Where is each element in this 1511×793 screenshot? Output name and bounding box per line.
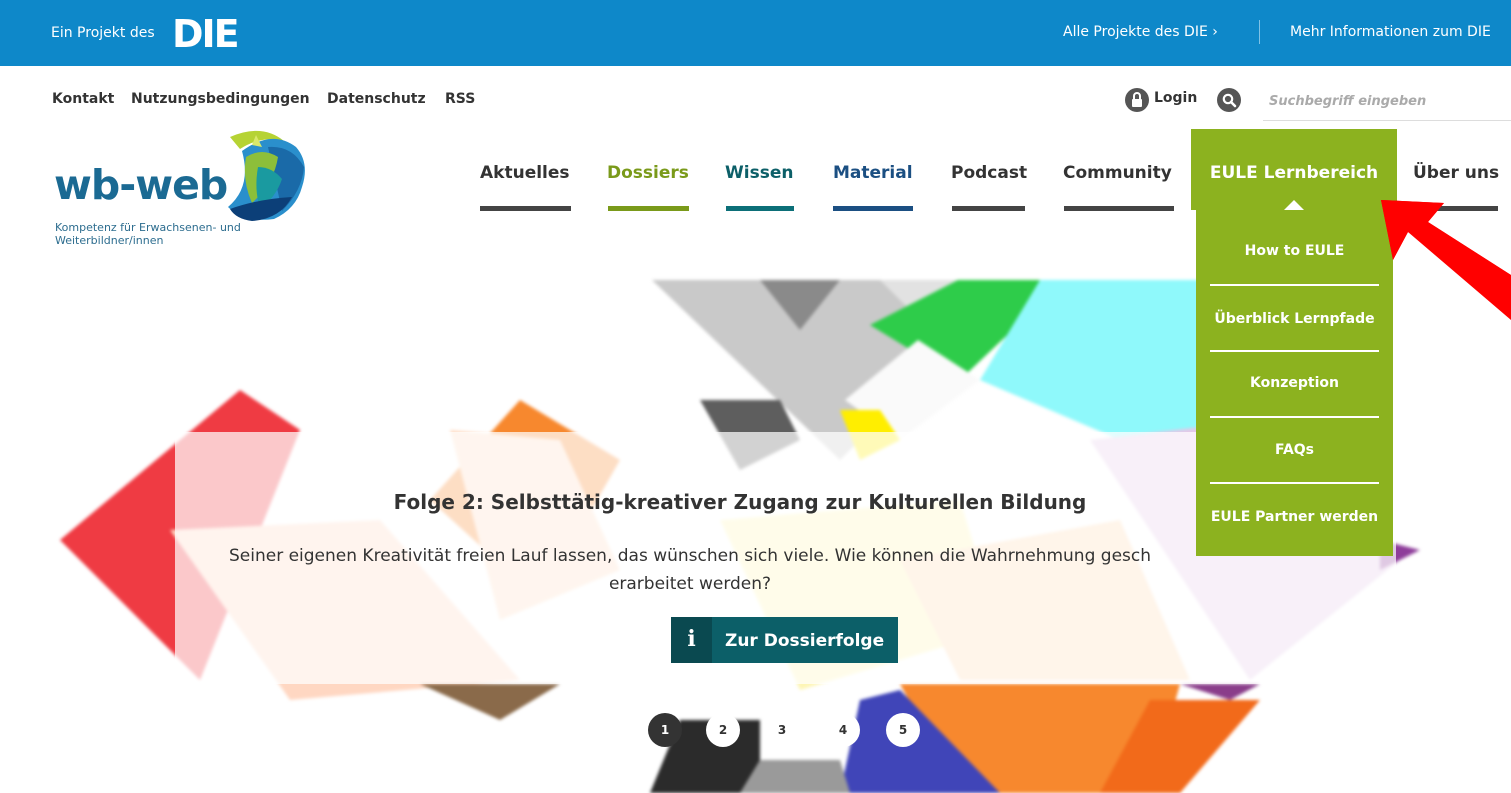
- logo-owl-icon: [228, 130, 305, 221]
- all-projects-link[interactable]: Alle Projekte des DIE ›: [1063, 24, 1218, 40]
- topbar-divider: [1259, 20, 1260, 44]
- dropdown-item-how-to-eule[interactable]: How to EULE: [1196, 243, 1393, 259]
- search-input[interactable]: [1263, 83, 1511, 121]
- terms-link[interactable]: Nutzungsbedingungen: [131, 91, 310, 107]
- dropdown-divider: [1210, 416, 1379, 418]
- login-link[interactable]: Login: [1154, 90, 1197, 106]
- slide-dot-4[interactable]: 4: [826, 713, 860, 747]
- nav-community-underline: [1064, 206, 1174, 211]
- nav-wissen-underline: [726, 206, 794, 211]
- slide-dot-5[interactable]: 5: [886, 713, 920, 747]
- dropdown-divider: [1210, 350, 1379, 352]
- nav-eule-label: EULE Lernbereich: [1209, 163, 1379, 183]
- dossier-cta-button[interactable]: i Zur Dossierfolge: [671, 617, 898, 663]
- nav-material-underline: [833, 206, 913, 211]
- privacy-link[interactable]: Datenschutz: [327, 91, 426, 107]
- hero-title: Folge 2: Selbsttätig-kreativer Zugang zu…: [393, 490, 1087, 514]
- dropdown-pointer: [1284, 200, 1304, 210]
- nav-ueber-uns-underline: [1413, 206, 1498, 211]
- nav-aktuelles-underline: [480, 206, 571, 211]
- login-lock-icon[interactable]: [1125, 88, 1149, 112]
- slide-dot-2[interactable]: 2: [706, 713, 740, 747]
- rss-link[interactable]: RSS: [445, 91, 475, 107]
- nav-dossiers[interactable]: Dossiers: [607, 163, 689, 183]
- slide-dot-1[interactable]: 1: [648, 713, 682, 747]
- nav-wissen[interactable]: Wissen: [725, 163, 793, 183]
- nav-podcast-underline: [952, 206, 1025, 211]
- nav-aktuelles[interactable]: Aktuelles: [480, 163, 570, 183]
- info-icon: i: [671, 617, 712, 663]
- nav-dossiers-underline: [608, 206, 689, 211]
- search-icon[interactable]: [1217, 88, 1241, 112]
- dropdown-divider: [1210, 284, 1379, 286]
- dropdown-item-faqs[interactable]: FAQs: [1196, 442, 1393, 458]
- more-info-link[interactable]: Mehr Informationen zum DIE: [1290, 24, 1491, 40]
- top-bar: Ein Projekt des DIE Alle Projekte des DI…: [0, 0, 1511, 66]
- dropdown-item-lernpfade[interactable]: Überblick Lernpfade: [1196, 311, 1393, 327]
- nav-ueber-uns[interactable]: Über uns: [1413, 163, 1499, 183]
- nav-podcast[interactable]: Podcast: [951, 163, 1027, 183]
- hero-description: Seiner eigenen Kreativität freien Lauf l…: [228, 546, 1152, 594]
- svg-text:DIE: DIE: [172, 12, 238, 52]
- die-logo[interactable]: DIE: [172, 12, 252, 52]
- cta-label: Zur Dossierfolge: [725, 631, 885, 651]
- dropdown-item-konzeption[interactable]: Konzeption: [1196, 375, 1393, 391]
- dropdown-item-partner[interactable]: EULE Partner werden: [1196, 509, 1393, 525]
- contact-link[interactable]: Kontakt: [52, 91, 114, 107]
- dropdown-divider: [1210, 482, 1379, 484]
- logo-wordmark: wb-web: [54, 161, 228, 209]
- nav-eule-lernbereich[interactable]: EULE Lernbereich: [1191, 129, 1397, 210]
- eule-dropdown-menu: How to EULE Überblick Lernpfade Konzepti…: [1196, 210, 1393, 556]
- nav-community[interactable]: Community: [1063, 163, 1172, 183]
- nav-material[interactable]: Material: [833, 163, 913, 183]
- project-prefix: Ein Projekt des: [51, 25, 155, 41]
- slide-dot-3[interactable]: 3: [765, 713, 799, 747]
- logo-tagline: Kompetenz für Erwachsenen- und Weiterbil…: [55, 221, 241, 247]
